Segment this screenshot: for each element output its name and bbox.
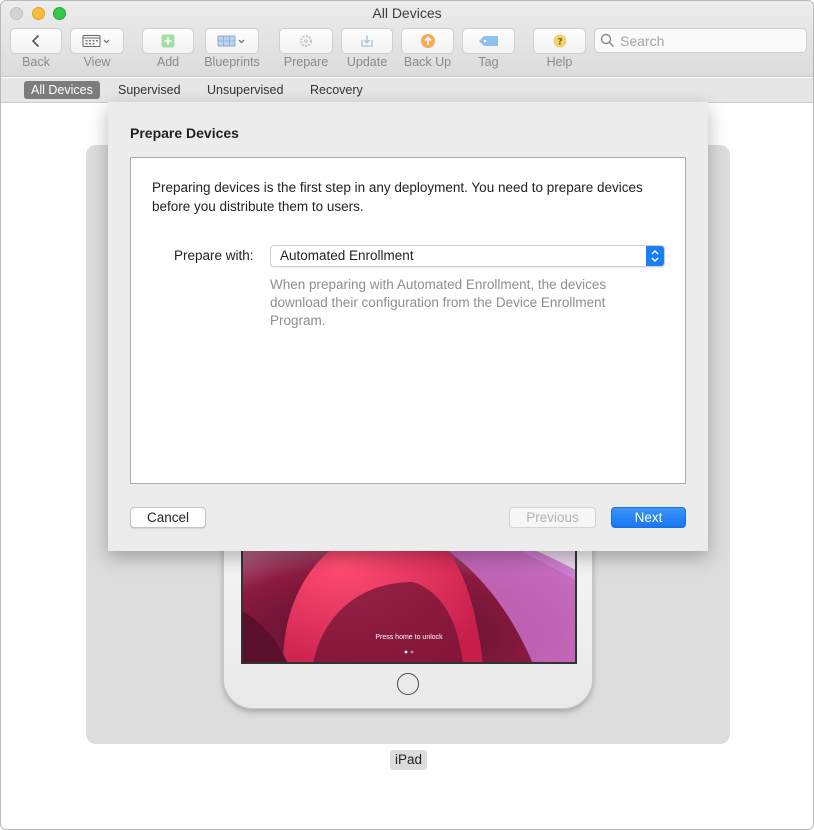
filter-unsupervised[interactable]: Unsupervised [200,81,290,99]
back-button[interactable] [10,28,62,54]
search-placeholder: Search [620,33,665,49]
intro-text: Preparing devices is the first step in a… [152,180,643,214]
help-label: Help [546,55,573,69]
tag-label: Tag [478,55,499,69]
help-button[interactable]: ? [533,28,586,54]
gear-icon [299,34,313,48]
cancel-button[interactable]: Cancel [130,507,206,528]
chevron-left-icon [31,34,40,48]
tag-icon [478,36,498,46]
filter-supervised[interactable]: Supervised [111,81,188,99]
add-button[interactable] [142,28,194,54]
add-label: Add [156,55,180,69]
filter-all-devices[interactable]: All Devices [24,81,100,99]
backup-arrow-icon [420,34,435,48]
previous-button[interactable]: Previous [509,507,596,528]
blueprints-button[interactable] [205,28,259,54]
app-window: All Devices Back View Add Blueprints Pre… [0,0,814,830]
titlebar: All Devices Back View Add Blueprints Pre… [1,1,813,77]
search-icon [600,33,615,48]
filter-recovery[interactable]: Recovery [303,81,370,99]
home-button-icon [397,673,419,695]
search-field[interactable]: Search [594,28,807,53]
select-arrows-icon [646,246,664,266]
device-name-label[interactable]: iPad [390,750,428,770]
window-title: All Devices [372,5,442,21]
sheet-content-box: Preparing devices is the first step in a… [130,157,686,484]
update-button[interactable] [341,28,393,54]
prepare-with-label: Prepare with: [174,248,254,263]
calendar-grid-icon [82,35,110,47]
sheet-title: Prepare Devices [130,125,239,141]
blueprints-label: Blueprints [204,55,260,69]
filter-bar: All Devices Supervised Unsupervised Reco… [1,78,813,103]
prepare-label: Prepare [283,55,329,69]
view-button[interactable] [70,28,124,54]
add-icon [161,34,175,48]
backup-button[interactable] [401,28,454,54]
svg-text:?: ? [557,38,562,48]
help-icon: ? [553,34,566,48]
prepare-button[interactable] [279,28,333,54]
lock-screen-text: Press home to unlock [375,634,443,641]
prepare-with-value: Automated Enrollment [280,248,414,263]
download-tray-icon [361,35,373,47]
update-label: Update [346,55,388,69]
next-button[interactable]: Next [611,507,686,528]
back-label: Back [22,55,50,69]
help-text: When preparing with Automated Enrollment… [270,277,607,328]
prepare-devices-sheet: Prepare Devices Preparing devices is the… [108,102,708,551]
tag-button[interactable] [462,28,515,54]
blueprints-grid-icon [217,35,245,47]
view-label: View [83,55,111,69]
prepare-with-select[interactable]: Automated Enrollment [270,245,665,267]
backup-label: Back Up [403,55,452,69]
